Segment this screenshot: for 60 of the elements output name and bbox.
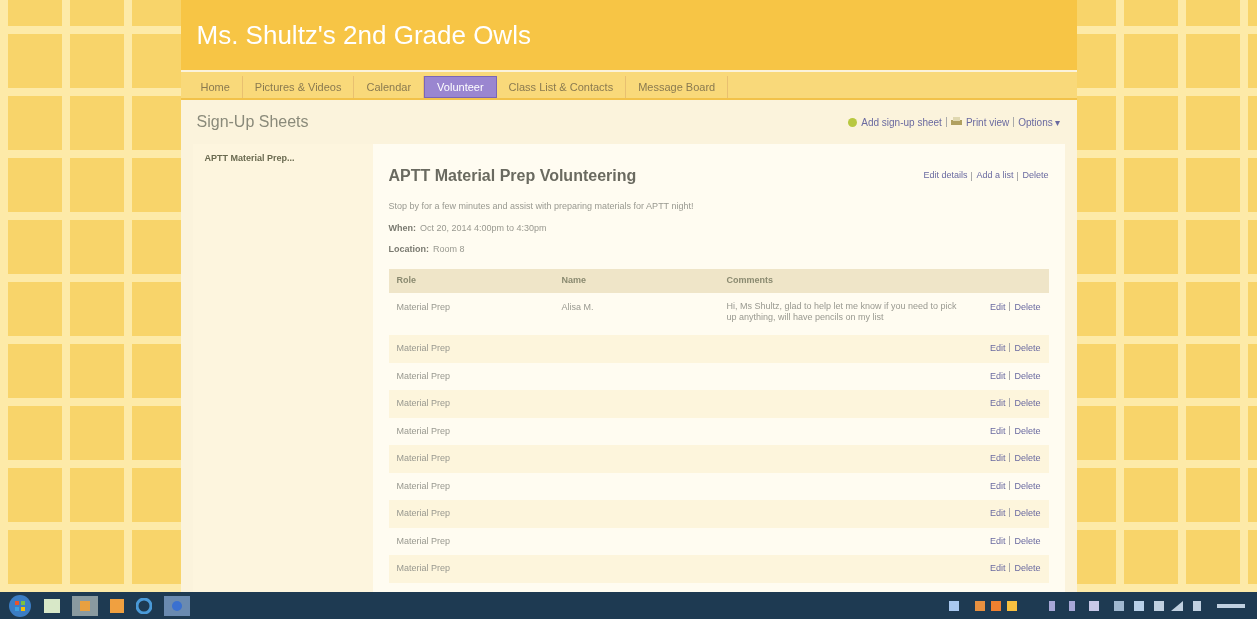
start-button-icon[interactable]	[8, 593, 32, 618]
table-cell-text: Alisa M.	[561, 300, 595, 314]
action-link[interactable]: Add a list	[976, 169, 1014, 183]
row-action-link[interactable]: Edit	[989, 342, 1006, 356]
row-action-link[interactable]: Delete	[1014, 424, 1041, 438]
browser-icon[interactable]	[136, 597, 152, 614]
column-header: Role	[396, 273, 417, 287]
action-link[interactable]: Add sign-up sheet	[861, 114, 942, 130]
nav-tab[interactable]: Volunteer	[424, 76, 497, 98]
row-action-link[interactable]: Delete	[1014, 534, 1041, 548]
row-action-link[interactable]: Delete	[1014, 562, 1041, 576]
sheet-title: APTT Material Prep Volunteering	[388, 166, 637, 186]
row-action-link[interactable]: Delete	[1014, 479, 1041, 493]
row-action-link[interactable]: Edit	[989, 369, 1006, 383]
field-value: Room 8	[433, 243, 465, 256]
row-action-link[interactable]: Edit	[989, 300, 1006, 323]
action-link[interactable]: Edit details	[923, 169, 968, 183]
table-cell-text: Material Prep	[396, 534, 452, 548]
row-action-link[interactable]: Edit	[989, 424, 1006, 438]
window-icon[interactable]	[72, 595, 98, 616]
browser-window-icon[interactable]	[164, 595, 190, 616]
action-link[interactable]: Print view	[965, 114, 1010, 130]
action-link[interactable]: Delete	[1022, 169, 1049, 183]
table-cell-text: Material Prep	[396, 300, 452, 314]
description-text: Stop by for a few minutes and assist with preparing materials for APTT night!	[388, 200, 695, 213]
column-header: Comments	[726, 273, 774, 287]
row-action-link[interactable]: Delete	[1014, 397, 1041, 411]
table-cell-text: Material Prep	[396, 424, 452, 438]
options-menu[interactable]: Options ▾	[1018, 114, 1061, 130]
nav-tab[interactable]: Home	[188, 76, 243, 98]
table-cell-text: Hi, Ms Shultz, glad to help let me know if you need to pick up anything, will have pencils on my list	[726, 300, 958, 323]
table-cell-text: Material Prep	[396, 507, 452, 520]
row-action-link[interactable]: Edit	[989, 507, 1006, 521]
nav-tab[interactable]: Pictures & Videos	[242, 76, 355, 98]
section-title: Sign-Up Sheets	[196, 112, 309, 132]
row-action-link[interactable]: Edit	[989, 452, 1006, 466]
nav-tab[interactable]: Message Board	[626, 76, 729, 98]
field-value: Oct 20, 2014 4:00pm to 4:30pm	[420, 221, 547, 235]
sidebar-item[interactable]: APTT Material Prep...	[204, 152, 361, 166]
row-action-link[interactable]: Delete	[1014, 342, 1041, 356]
table-cell-text: Material Prep	[396, 452, 452, 465]
row-action-link[interactable]: Edit	[989, 562, 1006, 576]
field-label: Location:	[388, 243, 429, 256]
row-action-link[interactable]: Delete	[1014, 452, 1041, 466]
printer-icon	[950, 117, 962, 127]
row-action-link[interactable]: Delete	[1014, 369, 1041, 383]
add-icon	[848, 117, 858, 127]
table-cell-text: Material Prep	[396, 562, 452, 575]
table-cell-text: Material Prep	[396, 479, 452, 493]
row-action-link[interactable]: Delete	[1014, 507, 1041, 521]
row-action-link[interactable]: Delete	[1014, 300, 1041, 323]
table-cell-text: Material Prep	[396, 369, 452, 383]
field-label: When:	[388, 221, 416, 235]
nav-tab[interactable]: Class List & Contacts	[496, 76, 627, 98]
row-action-link[interactable]: Edit	[989, 534, 1006, 548]
row-action-link[interactable]: Edit	[989, 397, 1006, 411]
table-cell-text: Material Prep	[396, 342, 452, 355]
column-header: Name	[561, 273, 587, 287]
table-cell-text: Material Prep	[396, 397, 452, 410]
row-action-link[interactable]: Edit	[989, 479, 1006, 493]
